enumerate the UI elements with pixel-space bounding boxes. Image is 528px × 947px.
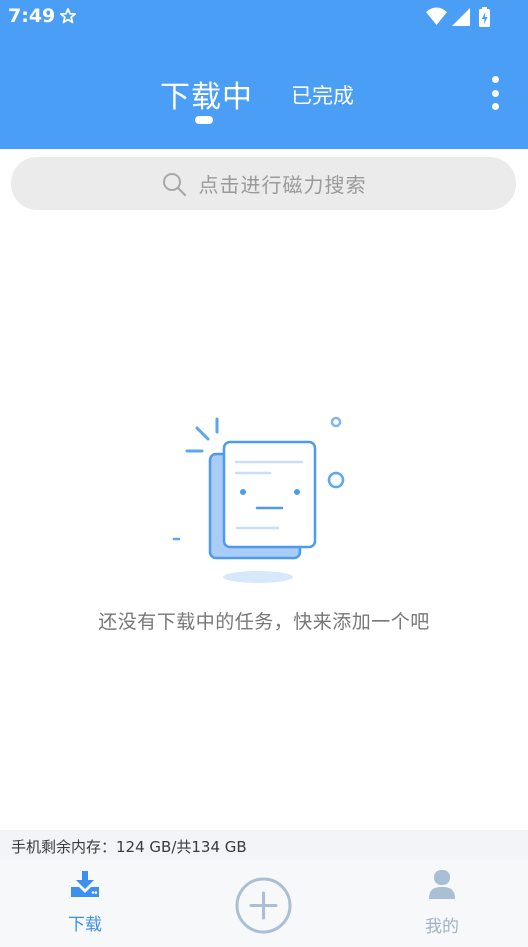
user-icon [429, 870, 455, 904]
tab-bar: 下载中 已完成 [0, 60, 528, 130]
signal-icon [452, 8, 470, 26]
empty-document-icon [170, 410, 360, 590]
nav-label-download: 下载 [68, 915, 102, 935]
nav-label-mine: 我的 [425, 917, 459, 937]
battery-charging-icon [479, 7, 490, 27]
wifi-icon [426, 7, 447, 25]
status-bar: 7:49 [0, 0, 528, 34]
app-header: 7:49 下载中 已完成 [0, 0, 528, 149]
more-vertical-icon[interactable] [482, 76, 508, 110]
tab-active-indicator [195, 116, 213, 124]
download-icon [70, 870, 100, 902]
nav-item-mine[interactable]: 我的 [407, 870, 477, 946]
empty-state-message: 还没有下载中的任务，快来添加一个吧 [98, 611, 430, 633]
status-icons [426, 6, 492, 32]
tab-completed[interactable]: 已完成 [291, 80, 354, 110]
storage-info-bar: 手机剩余内存：124 GB/共134 GB [0, 830, 528, 860]
search-icon [161, 171, 187, 197]
status-time: 7:49 [8, 5, 56, 27]
magnet-search-bar[interactable]: 点击进行磁力搜索 [11, 157, 516, 210]
star-icon [59, 7, 77, 29]
nav-item-download[interactable]: 下载 [50, 870, 120, 946]
add-task-button[interactable] [235, 877, 292, 934]
bottom-nav: 下载 我的 [0, 860, 528, 947]
add-circle-icon [235, 877, 292, 938]
storage-text: 手机剩余内存：124 GB/共134 GB [11, 838, 247, 856]
search-placeholder: 点击进行磁力搜索 [198, 173, 367, 197]
tab-downloading[interactable]: 下载中 [160, 72, 253, 116]
